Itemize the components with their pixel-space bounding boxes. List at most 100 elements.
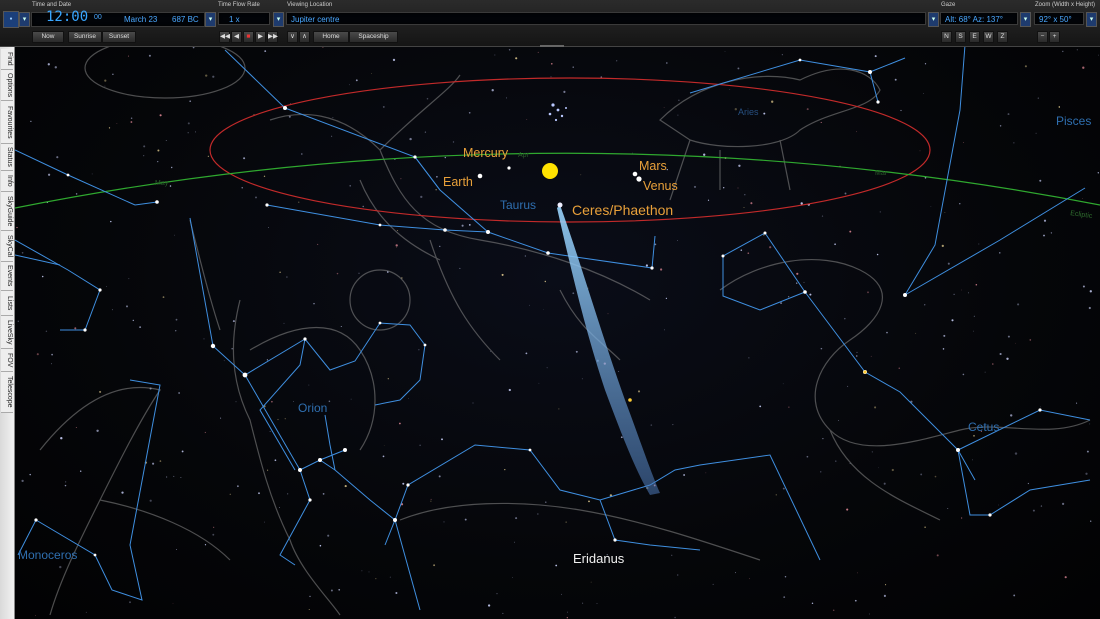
side-panel-tabs: Find Options Favourites Status Info SkyG… — [0, 47, 15, 619]
gaze-zenith-button[interactable]: Z — [997, 31, 1008, 43]
earth-label[interactable]: Earth — [443, 175, 473, 189]
background-star — [659, 268, 663, 271]
taurus-label[interactable]: Taurus — [500, 198, 536, 212]
background-star — [992, 363, 994, 365]
background-star — [934, 475, 937, 478]
tab-info[interactable]: Info — [1, 171, 13, 192]
background-star — [870, 355, 872, 357]
date-menu-arrow[interactable]: ▾ — [205, 12, 216, 27]
pisces-label[interactable]: Pisces — [1056, 114, 1091, 128]
mercury-object[interactable] — [507, 166, 511, 170]
background-star — [879, 211, 881, 213]
background-star — [678, 99, 680, 101]
background-star — [29, 473, 31, 476]
background-star — [788, 296, 790, 298]
background-star — [1098, 54, 1099, 56]
zoom-out-button[interactable]: − — [1037, 31, 1048, 43]
monoceros-label[interactable]: Monoceros — [18, 548, 77, 562]
sunrise-button[interactable]: Sunrise — [68, 31, 102, 43]
background-star — [175, 549, 177, 551]
background-star — [279, 507, 281, 509]
time-menu-arrow[interactable]: ▾ — [19, 12, 30, 27]
background-star — [375, 577, 377, 580]
tab-fov[interactable]: FOV — [1, 349, 13, 372]
tab-telescope[interactable]: Telescope — [1, 372, 13, 413]
zoom-field[interactable]: 92° x 50° — [1034, 12, 1084, 25]
app-logo-icon[interactable]: ● — [3, 11, 19, 28]
month-label-apr: Apr — [518, 152, 530, 159]
cetus-label[interactable]: Cetus — [968, 420, 999, 434]
background-star — [157, 149, 160, 152]
tab-lists[interactable]: Lists — [1, 291, 13, 316]
tab-status[interactable]: Status — [1, 144, 13, 171]
gaze-east-button[interactable]: E — [969, 31, 980, 43]
venus-label[interactable]: Venus — [643, 179, 678, 193]
venus-object[interactable] — [636, 176, 642, 182]
ceres-object[interactable] — [557, 202, 563, 208]
flow-menu-arrow[interactable]: ▾ — [273, 12, 284, 27]
tab-favourites[interactable]: Favourites — [1, 101, 13, 144]
step-back-button[interactable]: ◀ — [231, 31, 242, 43]
background-star — [959, 203, 961, 205]
time-date-field[interactable]: 12:00 00 March 23 687 BC — [31, 10, 205, 27]
stop-button[interactable]: ■ — [243, 31, 254, 43]
background-star — [525, 352, 528, 355]
background-star — [110, 220, 112, 223]
background-star — [322, 47, 324, 48]
gaze-south-button[interactable]: S — [955, 31, 966, 43]
location-up-button[interactable]: ∧ — [299, 31, 310, 43]
background-star — [849, 230, 852, 233]
gaze-north-button[interactable]: N — [941, 31, 952, 43]
gaze-menu-arrow[interactable]: ▾ — [1020, 12, 1031, 27]
location-down-button[interactable]: ∨ — [287, 31, 298, 43]
tab-options[interactable]: Options — [1, 70, 13, 101]
gaze-west-button[interactable]: W — [983, 31, 994, 43]
background-star — [129, 601, 131, 604]
background-star — [338, 588, 341, 591]
flow-rate-field[interactable]: 1 x — [218, 12, 270, 25]
background-star — [874, 406, 877, 409]
aries-label[interactable]: Aries — [738, 107, 759, 117]
mercury-label[interactable]: Mercury — [463, 146, 509, 160]
now-button[interactable]: Now — [32, 31, 64, 43]
background-star — [506, 97, 508, 99]
orion-label[interactable]: Orion — [298, 401, 327, 415]
location-menu-arrow[interactable]: ▾ — [928, 12, 939, 27]
background-star — [788, 406, 790, 408]
background-star — [632, 152, 633, 154]
mars-object[interactable] — [632, 171, 638, 177]
sky-chart[interactable]: Ecliptic Apr Mar May Mercury Earth Mars … — [15, 47, 1100, 619]
play-button[interactable]: ▶ — [255, 31, 266, 43]
background-star — [1086, 450, 1089, 453]
background-star — [1043, 219, 1047, 222]
sky-view[interactable]: Ecliptic Apr Mar May Mercury Earth Mars … — [15, 47, 1100, 619]
sunset-button[interactable]: Sunset — [102, 31, 136, 43]
forward-fast-button[interactable]: ▶▶ — [267, 31, 278, 43]
ceres-label[interactable]: Ceres/Phaethon — [572, 202, 673, 218]
background-star — [344, 485, 347, 488]
background-star — [74, 327, 77, 330]
earth-object[interactable] — [477, 173, 483, 179]
eridanus-label[interactable]: Eridanus — [573, 551, 625, 566]
home-button[interactable]: Home — [313, 31, 349, 43]
tab-skycal[interactable]: SkyCal — [1, 231, 13, 262]
background-star — [837, 419, 839, 421]
spaceship-button[interactable]: Spaceship — [349, 31, 398, 43]
tab-livesky[interactable]: LiveSky — [1, 316, 13, 349]
tab-skyguide[interactable]: SkyGuide — [1, 192, 13, 231]
background-star — [800, 202, 803, 205]
background-star — [565, 521, 567, 523]
rewind-fast-button[interactable]: ◀◀ — [219, 31, 230, 43]
background-star — [512, 577, 513, 578]
sun-icon[interactable] — [542, 163, 558, 179]
background-star — [600, 76, 603, 78]
zoom-menu-arrow[interactable]: ▾ — [1086, 12, 1097, 27]
background-star — [395, 591, 398, 595]
tab-find[interactable]: Find — [1, 49, 13, 70]
tab-events[interactable]: Events — [1, 262, 13, 291]
location-field[interactable]: Jupiter centre — [286, 12, 926, 25]
zoom-in-button[interactable]: + — [1049, 31, 1060, 43]
background-star — [508, 388, 511, 392]
gaze-field[interactable]: Alt: 68° Az: 137° — [940, 12, 1018, 25]
mars-label[interactable]: Mars — [639, 159, 667, 173]
